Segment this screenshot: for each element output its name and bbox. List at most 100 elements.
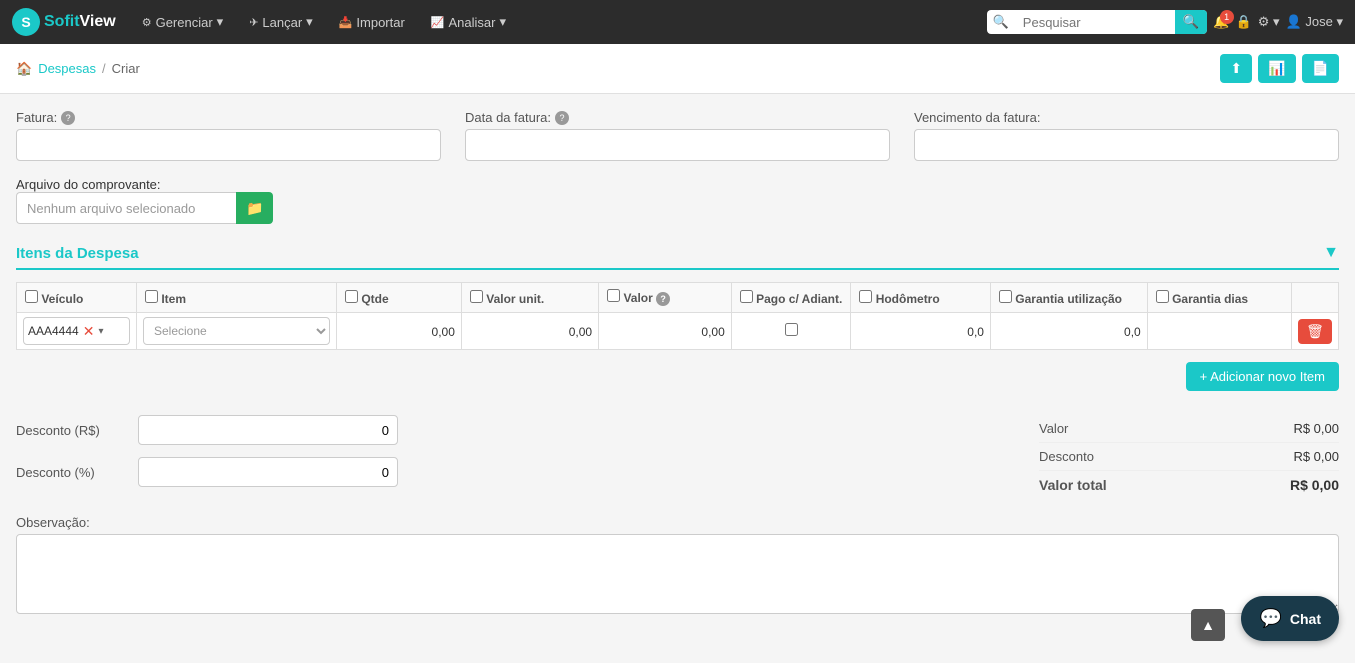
garantia-dias-cell [1147, 313, 1291, 350]
notification-bell[interactable]: 🔔 1 [1213, 14, 1229, 30]
pago-cell [731, 313, 851, 350]
check-qtde[interactable] [345, 290, 358, 303]
summary-total-row: Valor total R$ 0,00 [1039, 471, 1339, 499]
upload-action-button[interactable]: ⬆ [1220, 54, 1252, 83]
desconto-pct-row: Desconto (%) [16, 457, 999, 487]
check-garantia-dias[interactable] [1156, 290, 1169, 303]
desconto-rs-input[interactable] [138, 415, 398, 445]
delete-row-button[interactable]: 🗑 [1298, 319, 1332, 344]
col-pago: Pago c/ Adiant. [731, 283, 851, 313]
summary-section: Valor R$ 0,00 Desconto R$ 0,00 Valor tot… [1039, 415, 1339, 499]
search-box: 🔍 🔍 [987, 10, 1208, 34]
table-row: AAA4444 ✕ ▾ Selecione [17, 313, 1339, 350]
delete-cell: 🗑 [1292, 313, 1339, 350]
file-input-wrap: Nenhum arquivo selecionado 📁 [16, 192, 1339, 224]
breadcrumb-despesas-link[interactable]: Despesas [38, 61, 96, 76]
vehicle-tag: AAA4444 ✕ ▾ [28, 323, 103, 340]
navbar: S SofitView ⚙ Gerenciar ▾ ✈ Lançar ▾ 📥 I… [0, 0, 1355, 44]
check-pago[interactable] [740, 290, 753, 303]
file-input-text: Nenhum arquivo selecionado [16, 192, 236, 224]
settings-icon[interactable]: ⚙ ▾ [1258, 14, 1280, 30]
export-xls-button[interactable]: 📊 [1258, 54, 1295, 83]
lock-icon[interactable]: 🔒 [1236, 14, 1252, 30]
nav-importar[interactable]: 📥 Importar [329, 9, 415, 36]
observacao-textarea[interactable] [16, 534, 1339, 614]
chevron-down-icon: ▾ [217, 14, 224, 30]
pago-checkbox[interactable] [785, 323, 798, 336]
summary-total-value: R$ 0,00 [1290, 477, 1339, 493]
col-garantia-dias: Garantia dias [1147, 283, 1291, 313]
data-fatura-label: Data da fatura: ? [465, 110, 890, 125]
fatura-help-icon[interactable]: ? [61, 111, 75, 125]
item-select[interactable]: Selecione [143, 317, 330, 345]
desconto-rs-label: Desconto (R$) [16, 423, 126, 438]
garantia-util-input[interactable] [997, 325, 1141, 339]
valor-input[interactable] [605, 325, 725, 339]
col-item: Item [137, 283, 337, 313]
col-actions [1292, 283, 1339, 313]
brand-icon: S [12, 8, 40, 36]
add-item-button[interactable]: + Adicionar novo Item [1186, 362, 1339, 391]
vehicle-dropdown-icon[interactable]: ▾ [98, 326, 103, 337]
summary-valor-row: Valor R$ 0,00 [1039, 415, 1339, 443]
vehicle-cell: AAA4444 ✕ ▾ [17, 313, 137, 350]
items-section-header: Itens da Despesa ▼ [16, 244, 1339, 270]
hodometro-input[interactable] [857, 325, 984, 339]
file-browse-button[interactable]: 📁 [236, 192, 273, 224]
vehicle-input-wrap: AAA4444 ✕ ▾ [23, 317, 130, 345]
vehicle-clear-button[interactable]: ✕ [83, 323, 95, 340]
check-all-veiculo[interactable] [25, 290, 38, 303]
items-section-title: Itens da Despesa [16, 245, 139, 262]
summary-total-label: Valor total [1039, 477, 1107, 493]
breadcrumb-bar: 🏠 Despesas / Criar ⬆ 📊 📄 [0, 44, 1355, 94]
qtde-input[interactable] [343, 325, 455, 339]
gear-icon: ⚙ [142, 16, 152, 29]
check-all-item[interactable] [145, 290, 158, 303]
chat-button[interactable]: 💬 Chat [1241, 596, 1339, 641]
valor-help-icon[interactable]: ? [656, 292, 670, 306]
export-pdf-button[interactable]: 📄 [1302, 54, 1339, 83]
nav-lancar[interactable]: ✈ Lançar ▾ [239, 8, 323, 36]
search-button[interactable]: 🔍 [1175, 10, 1208, 34]
check-valor[interactable] [607, 289, 620, 302]
fatura-input[interactable] [16, 129, 441, 161]
col-qtde: Qtde [337, 283, 462, 313]
brand-sofit: SofitView [44, 13, 116, 31]
desconto-rs-row: Desconto (R$) [16, 415, 999, 445]
vencimento-input[interactable] [914, 129, 1339, 161]
user-menu[interactable]: 👤 Jose ▾ [1286, 14, 1343, 30]
search-icon: 🔍 [987, 10, 1015, 34]
valor-unit-input[interactable] [468, 325, 592, 339]
scroll-up-button[interactable]: ▲ [1191, 609, 1225, 641]
summary-valor-value: R$ 0,00 [1293, 421, 1339, 436]
data-fatura-input[interactable] [465, 129, 890, 161]
check-valor-unit[interactable] [470, 290, 483, 303]
brand-logo[interactable]: S SofitView [12, 8, 116, 36]
summary-valor-label: Valor [1039, 421, 1068, 436]
check-garantia-util[interactable] [999, 290, 1012, 303]
chart-icon: 📈 [431, 16, 445, 29]
section-collapse-icon[interactable]: ▼ [1323, 244, 1339, 262]
desconto-pct-label: Desconto (%) [16, 465, 126, 480]
nav-gerenciar[interactable]: ⚙ Gerenciar ▾ [132, 8, 233, 36]
add-item-row: + Adicionar novo Item [16, 362, 1339, 399]
totals-area: Desconto (R$) Desconto (%) Valor R$ 0,00… [16, 415, 1339, 499]
import-icon: 📥 [339, 16, 353, 29]
col-valor-unit: Valor unit. [461, 283, 598, 313]
data-fatura-help-icon[interactable]: ? [555, 111, 569, 125]
nav-analisar[interactable]: 📈 Analisar ▾ [421, 8, 516, 36]
garantia-dias-input[interactable] [1154, 325, 1285, 339]
desconto-pct-input[interactable] [138, 457, 398, 487]
valor-cell [599, 313, 732, 350]
observacao-section: Observação: [16, 515, 1339, 617]
search-input[interactable] [1015, 11, 1175, 34]
fatura-label: Fatura: ? [16, 110, 441, 125]
qtde-cell [337, 313, 462, 350]
check-hodometro[interactable] [859, 290, 872, 303]
summary-desconto-row: Desconto R$ 0,00 [1039, 443, 1339, 471]
breadcrumb-icon: 🏠 [16, 61, 32, 77]
invoice-fields-row: Fatura: ? Data da fatura: ? Vencimento d… [16, 110, 1339, 161]
col-check-veiculo: Veículo [17, 283, 137, 313]
header-actions: ⬆ 📊 📄 [1220, 54, 1339, 83]
garantia-util-cell [990, 313, 1147, 350]
